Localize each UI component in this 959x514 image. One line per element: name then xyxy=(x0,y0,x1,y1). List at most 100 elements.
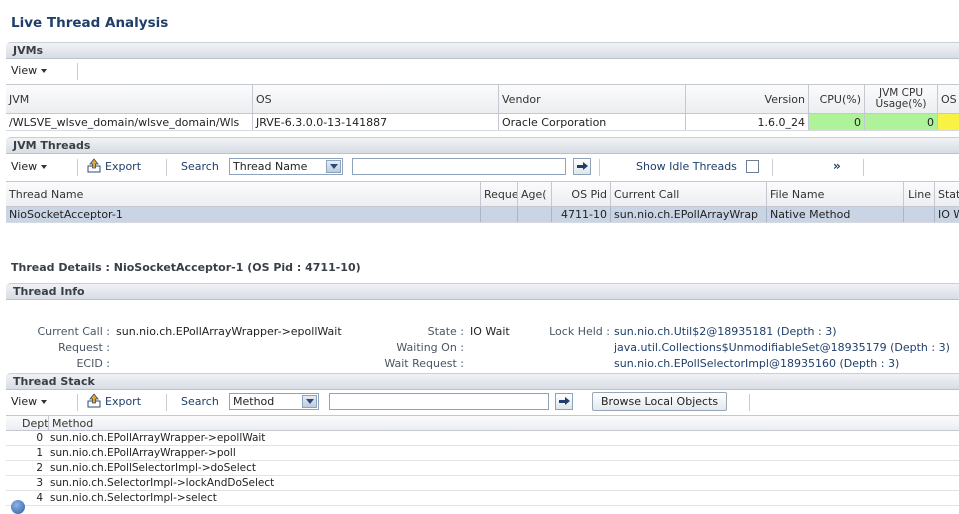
toolbar-divider xyxy=(863,159,864,176)
search-label: Search xyxy=(181,160,219,173)
thread-stack-section-header[interactable]: Thread Stack xyxy=(6,373,959,390)
col-current-call[interactable]: Current Call xyxy=(610,182,766,206)
table-row[interactable]: 1 sun.nio.ch.EPollArrayWrapper->poll xyxy=(6,446,959,461)
col-depth[interactable]: Depth xyxy=(6,416,48,430)
jvms-toolbar: View xyxy=(6,60,959,82)
cell-os: JRVE-6.3.0.0-13-141887 xyxy=(252,114,498,130)
col-os-2[interactable]: OS xyxy=(937,85,959,113)
toolbar-divider xyxy=(749,394,750,411)
cell-request xyxy=(480,207,517,222)
stack-export-button[interactable]: Export xyxy=(86,392,141,410)
cell-cpu: 0 xyxy=(808,114,864,130)
search-label: Search xyxy=(181,395,219,408)
jvms-section-header[interactable]: JVMs xyxy=(6,42,959,59)
table-row[interactable]: 3 sun.nio.ch.SelectorImpl->lockAndDoSele… xyxy=(6,476,959,491)
page-title: Live Thread Analysis xyxy=(11,15,169,31)
col-line[interactable]: Line xyxy=(903,182,934,206)
thread-search-go-button[interactable] xyxy=(573,158,591,175)
cell-method: sun.nio.ch.EPollArrayWrapper->poll xyxy=(50,447,236,459)
threads-view-menu[interactable]: View xyxy=(11,160,48,173)
thread-search-field-select[interactable]: Thread Name xyxy=(229,158,343,175)
col-os[interactable]: OS xyxy=(252,85,498,113)
cell-depth: 3 xyxy=(36,477,43,489)
cell-current-call: sun.nio.ch.EPollArrayWrap xyxy=(610,207,766,222)
more-columns-button[interactable]: » xyxy=(833,159,841,173)
table-row[interactable]: /WLSVE_wlsve_domain/wlsve_domain/Wls JRV… xyxy=(6,114,959,131)
cell-jvm-cpu: 0 xyxy=(864,114,937,130)
col-file-name[interactable]: File Name xyxy=(766,182,903,206)
col-age[interactable]: Age( xyxy=(517,182,551,206)
thread-stack-toolbar: View Export Search Method Browse Local O… xyxy=(6,391,959,413)
toolbar-divider xyxy=(166,159,167,176)
col-os-pid[interactable]: OS Pid xyxy=(551,182,610,206)
jvms-view-menu[interactable]: View xyxy=(11,64,48,77)
jvms-table-header: JVM OS Vendor Version CPU(%) JVM CPU Usa… xyxy=(6,84,959,114)
view-menu-label: View xyxy=(11,395,38,408)
table-row[interactable]: 4 sun.nio.ch.SelectorImpl->select xyxy=(6,491,959,506)
col-version[interactable]: Version xyxy=(685,85,808,113)
state-value: IO Wait xyxy=(470,325,510,338)
export-icon xyxy=(87,158,101,173)
current-call-value: sun.nio.ch.EPollArrayWrapper->epollWait xyxy=(116,325,342,338)
toolbar-divider xyxy=(599,159,600,176)
toolbar-divider xyxy=(772,159,773,176)
stack-view-menu[interactable]: View xyxy=(11,395,48,408)
show-idle-threads-label: Show Idle Threads xyxy=(636,160,737,173)
cell-version: 1.6.0_24 xyxy=(685,114,808,130)
jvms-table: JVM OS Vendor Version CPU(%) JVM CPU Usa… xyxy=(6,84,959,132)
cell-state: IO W xyxy=(934,207,959,222)
col-jvm[interactable]: JVM xyxy=(6,85,252,113)
export-label: Export xyxy=(105,159,142,173)
stack-search-go-button[interactable] xyxy=(555,393,573,410)
cell-depth: 0 xyxy=(36,432,43,444)
browse-local-objects-button[interactable]: Browse Local Objects xyxy=(592,392,728,411)
table-row[interactable]: 2 sun.nio.ch.EPollSelectorImpl->doSelect xyxy=(6,461,959,476)
col-thread-name[interactable]: Thread Name xyxy=(6,182,480,206)
wait-request-label: Wait Request : xyxy=(384,357,464,370)
cell-os-2 xyxy=(937,114,959,130)
cell-thread-name: NioSocketAcceptor-1 xyxy=(9,208,123,221)
toolbar-divider xyxy=(166,394,167,411)
cell-vendor: Oracle Corporation xyxy=(498,114,685,130)
table-row[interactable]: 0 sun.nio.ch.EPollArrayWrapper->epollWai… xyxy=(6,431,959,446)
threads-table-header: Thread Name Reques Age( OS Pid Current C… xyxy=(6,181,959,207)
cell-method: sun.nio.ch.EPollArrayWrapper->epollWait xyxy=(50,432,266,444)
table-row[interactable]: NioSocketAcceptor-1 4711-10 sun.nio.ch.E… xyxy=(6,207,959,223)
cell-method: sun.nio.ch.SelectorImpl->select xyxy=(50,492,217,504)
cell-method: sun.nio.ch.EPollSelectorImpl->doSelect xyxy=(50,462,256,474)
cell-depth: 1 xyxy=(36,447,43,459)
stack-search-field-select[interactable]: Method xyxy=(229,393,319,410)
cell-method: sun.nio.ch.SelectorImpl->lockAndDoSelect xyxy=(50,477,275,489)
info-icon[interactable] xyxy=(11,500,25,514)
export-label: Export xyxy=(105,394,142,408)
export-icon xyxy=(87,393,101,408)
thread-info-section-header[interactable]: Thread Info xyxy=(6,283,959,300)
lock-held-link[interactable]: sun.nio.ch.Util$2@18935181 (Depth : 3) xyxy=(614,325,837,338)
thread-stack-table: Depth Method 0 sun.nio.ch.EPollArrayWrap… xyxy=(6,415,959,506)
stack-search-input[interactable] xyxy=(329,393,549,410)
col-method[interactable]: Method xyxy=(48,416,959,430)
chevron-down-icon xyxy=(41,69,48,73)
threads-export-button[interactable]: Export xyxy=(86,157,141,175)
cell-jvm: /WLSVE_wlsve_domain/wlsve_domain/Wls xyxy=(9,115,240,129)
lock-held-link[interactable]: sun.nio.ch.EPollSelectorImpl@18935160 (D… xyxy=(614,357,899,370)
cell-age xyxy=(517,207,551,222)
chevron-down-icon xyxy=(41,165,48,169)
cell-line xyxy=(903,207,934,222)
toolbar-divider xyxy=(77,63,78,80)
col-vendor[interactable]: Vendor xyxy=(498,85,685,113)
col-state[interactable]: Stat xyxy=(934,182,959,206)
lock-held-link[interactable]: java.util.Collections$UnmodifiableSet@18… xyxy=(614,341,950,354)
col-cpu[interactable]: CPU(%) xyxy=(808,85,864,113)
waiting-on-label: Waiting On : xyxy=(396,341,464,354)
toolbar-divider xyxy=(77,394,78,411)
jvm-threads-section-header[interactable]: JVM Threads xyxy=(6,137,959,154)
cell-depth: 2 xyxy=(36,462,43,474)
thread-search-input[interactable] xyxy=(352,158,566,175)
jvm-threads-table: Thread Name Reques Age( OS Pid Current C… xyxy=(6,181,959,223)
request-label: Request : xyxy=(58,341,110,354)
jvm-threads-toolbar: View Export Search Thread Name Show Idle… xyxy=(6,156,959,178)
show-idle-threads-checkbox[interactable] xyxy=(746,160,759,173)
col-jvm-cpu[interactable]: JVM CPU Usage(%) xyxy=(864,85,937,113)
col-request[interactable]: Reques xyxy=(480,182,517,206)
